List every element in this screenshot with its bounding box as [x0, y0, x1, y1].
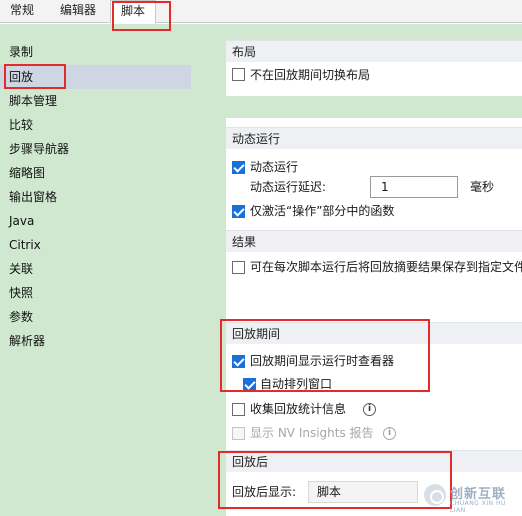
- watermark-logo-icon: [424, 484, 446, 506]
- info-icon-disabled: i: [383, 427, 396, 440]
- only-active-functions-checkbox[interactable]: [232, 205, 245, 218]
- no-switch-layout-label: 不在回放期间切换布局: [250, 68, 371, 82]
- info-icon[interactable]: i: [363, 403, 376, 416]
- sidebar-item-correlation[interactable]: 关联: [0, 257, 191, 281]
- section-header-results: 结果: [226, 230, 522, 252]
- sidebar-item-record[interactable]: 录制: [0, 40, 191, 64]
- nv-insights-label: 显示 NV Insights 报告: [250, 426, 374, 440]
- dynamic-run-label: 动态运行: [250, 160, 299, 174]
- delay-unit-label: 毫秒: [470, 180, 495, 194]
- after-replay-show-label: 回放后显示:: [232, 485, 297, 499]
- show-runtime-viewer-label: 回放期间显示运行时查看器: [250, 354, 395, 368]
- auto-arrange-checkbox[interactable]: [243, 378, 256, 391]
- dynamic-run-delay-label: 动态运行延迟:: [250, 180, 327, 194]
- tab-editor[interactable]: 编辑器: [50, 0, 106, 23]
- sidebar-item-script-management[interactable]: 脚本管理: [0, 89, 191, 113]
- sidebar-item-java[interactable]: Java: [0, 209, 191, 233]
- section-gap: [226, 96, 522, 118]
- section-header-dynamic-run: 动态运行: [226, 127, 522, 149]
- sidebar-item-output-pane[interactable]: 输出窗格: [0, 185, 191, 209]
- section-header-during-replay: 回放期间: [226, 322, 522, 344]
- sidebar-item-replay[interactable]: 回放: [0, 65, 191, 89]
- auto-arrange-label: 自动排列窗口: [260, 377, 333, 391]
- dynamic-run-delay-input[interactable]: 1: [370, 176, 458, 198]
- watermark: 创新互联 CHUANG XIN HU LIAN: [424, 482, 522, 514]
- no-switch-layout-checkbox[interactable]: [232, 68, 245, 81]
- tab-bar: 常规 编辑器 脚本: [0, 0, 522, 24]
- panel-top-gutter: [218, 24, 522, 40]
- only-active-functions-label: 仅激活“操作”部分中的函数: [250, 204, 395, 218]
- sidebar-item-step-navigator[interactable]: 步骤导航器: [0, 137, 191, 161]
- dynamic-run-checkbox[interactable]: [232, 161, 245, 174]
- section-header-after-replay: 回放后: [226, 450, 522, 472]
- sidebar-item-snapshot[interactable]: 快照: [0, 281, 191, 305]
- tab-script[interactable]: 脚本: [110, 0, 157, 24]
- save-summary-checkbox[interactable]: [232, 261, 245, 274]
- sidebar-item-parameters[interactable]: 参数: [0, 305, 191, 329]
- section-header-layout: 布局: [226, 40, 522, 62]
- sidebar-item-compare[interactable]: 比较: [0, 113, 191, 137]
- sidebar: 录制 回放 脚本管理 比较 步骤导航器 缩略图 输出窗格 Java Citrix…: [0, 24, 218, 516]
- watermark-subtitle: CHUANG XIN HU LIAN: [450, 500, 506, 514]
- nv-insights-checkbox: [232, 427, 245, 440]
- sidebar-item-thumbnails[interactable]: 缩略图: [0, 161, 191, 185]
- panel-left-gutter: [218, 24, 226, 516]
- sidebar-item-citrix[interactable]: Citrix: [0, 233, 191, 257]
- sidebar-item-parsers[interactable]: 解析器: [0, 329, 191, 353]
- after-replay-show-select[interactable]: 脚本: [308, 481, 418, 503]
- show-runtime-viewer-checkbox[interactable]: [232, 355, 245, 368]
- save-summary-label: 可在每次脚本运行后将回放摘要结果保存到指定文件: [250, 260, 522, 274]
- collect-stats-label: 收集回放统计信息: [250, 402, 347, 416]
- tab-general[interactable]: 常规: [0, 0, 44, 23]
- collect-stats-checkbox[interactable]: [232, 403, 245, 416]
